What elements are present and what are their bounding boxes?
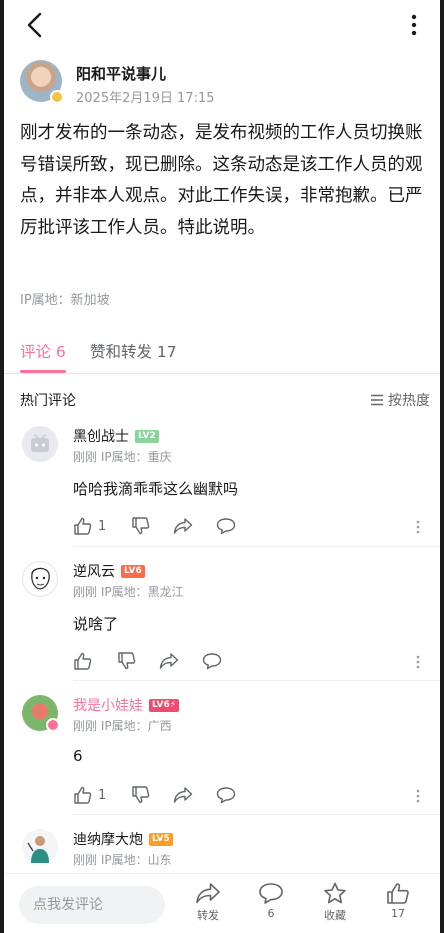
- share-arrow-icon: [173, 787, 193, 803]
- vip-badge-icon: [46, 718, 60, 732]
- level-badge: LV2: [135, 429, 159, 443]
- chat-bubble-icon: [202, 653, 222, 670]
- chat-bubble-icon: [216, 787, 236, 804]
- chevron-left-icon: [27, 12, 42, 38]
- more-options-button[interactable]: [400, 8, 428, 42]
- commenter-avatar[interactable]: [22, 829, 58, 865]
- comment-count-button[interactable]: 6: [249, 882, 293, 930]
- commenter-name[interactable]: 逆风云 LV6: [73, 561, 145, 581]
- like-button[interactable]: [73, 652, 92, 670]
- like-button[interactable]: 1: [73, 517, 106, 535]
- comment-input[interactable]: 点我发评论: [19, 886, 165, 924]
- thumbs-down-icon: [118, 652, 136, 670]
- sort-button[interactable]: 按热度: [370, 390, 430, 410]
- favorite-button[interactable]: 收藏: [313, 882, 357, 930]
- dislike-button[interactable]: [117, 652, 136, 670]
- bottom-action-bar: 点我发评论 转发 6 收藏 17: [4, 873, 440, 933]
- level-badge: LV5: [149, 832, 173, 846]
- forward-label: 转发: [197, 909, 219, 922]
- sketch-portrait-icon: [31, 567, 50, 590]
- tab-bar: 评论 6 赞和转发 17: [4, 330, 440, 374]
- tab-likes-forwards[interactable]: 赞和转发 17: [90, 340, 177, 362]
- tv-robot-icon: [31, 434, 49, 452]
- thumbs-down-icon: [132, 517, 150, 535]
- comment-meta: 刚刚 IP属地：广西: [73, 719, 172, 733]
- star-icon: [324, 882, 346, 904]
- comment-meta: 刚刚 IP属地：山东: [73, 853, 172, 867]
- comment-meta: 刚刚 IP属地：黑龙江: [73, 585, 184, 599]
- hot-comments-header: 热门评论 按热度: [20, 390, 430, 412]
- chat-bubble-icon: [259, 883, 283, 904]
- share-button[interactable]: [173, 517, 193, 535]
- post-author: 阳和平说事儿 2025年2月19日 17:15: [20, 60, 430, 108]
- forward-button[interactable]: 转发: [186, 882, 230, 930]
- comment-more-icon[interactable]: [416, 655, 420, 669]
- vertical-dots-icon: [411, 14, 417, 36]
- comment-more-icon[interactable]: [416, 520, 420, 534]
- like-count: 17: [391, 907, 405, 920]
- like-count: 1: [98, 787, 107, 803]
- comment-text: 哈哈我滴乖乖这么幽默吗: [73, 480, 239, 498]
- comment-divider: [73, 680, 440, 681]
- post-timestamp: 2025年2月19日 17:15: [76, 91, 215, 106]
- comment-meta: 刚刚 IP属地：重庆: [73, 450, 172, 464]
- author-name[interactable]: 阳和平说事儿: [76, 63, 166, 84]
- share-button[interactable]: [173, 786, 193, 804]
- thumbs-up-icon: [74, 652, 92, 670]
- comment-divider: [73, 546, 440, 547]
- sort-lines-icon: [371, 394, 383, 406]
- reply-button[interactable]: [216, 786, 236, 804]
- thumbs-down-icon: [132, 786, 150, 804]
- player-portrait-icon: [27, 836, 49, 863]
- commenter-avatar[interactable]: [22, 561, 58, 597]
- active-tab-indicator: [20, 370, 66, 373]
- reply-button[interactable]: [216, 517, 236, 535]
- thumbs-up-icon: [74, 786, 92, 804]
- level-badge: LV6: [121, 564, 145, 578]
- commenter-name[interactable]: 黑创战士 LV2: [73, 426, 159, 446]
- share-arrow-icon: [159, 653, 179, 669]
- dislike-button[interactable]: [131, 517, 150, 535]
- commenter-avatar[interactable]: [22, 426, 58, 462]
- thumbs-up-icon: [387, 883, 409, 904]
- comment-actions: 1: [73, 517, 413, 537]
- sort-label: 按热度: [388, 393, 430, 409]
- top-bar: [4, 0, 440, 50]
- post-content: 刚才发布的一条动态，是发布视频的工作人员切换账号错误所致，现已删除。这条动态是该…: [20, 123, 423, 238]
- share-arrow-icon: [196, 883, 220, 904]
- share-button[interactable]: [159, 652, 179, 670]
- comment-more-icon[interactable]: [416, 789, 420, 803]
- commenter-name[interactable]: 迪纳摩大炮 LV5: [73, 829, 173, 849]
- chat-bubble-icon: [216, 518, 236, 535]
- like-post-button[interactable]: 17: [376, 882, 420, 930]
- tab-comments[interactable]: 评论 6: [20, 340, 66, 362]
- comment-count: 6: [267, 907, 275, 920]
- reply-button[interactable]: [202, 652, 222, 670]
- comment-actions: [73, 652, 413, 672]
- comment-text: 说啥了: [73, 615, 119, 633]
- post-ip-location: IP属地：新加坡: [20, 293, 110, 308]
- level-badge: LV6⚡: [149, 698, 180, 712]
- comment-divider: [73, 814, 440, 815]
- like-button[interactable]: 1: [73, 786, 106, 804]
- app-frame: 阳和平说事儿 2025年2月19日 17:15 刚才发布的一条动态，是发布视频的…: [4, 0, 440, 933]
- verified-badge-icon: [50, 90, 64, 104]
- back-button[interactable]: [18, 8, 50, 42]
- thumbs-up-icon: [74, 517, 92, 535]
- share-arrow-icon: [173, 518, 193, 534]
- commenter-name[interactable]: 我是小娃娃 LV6⚡: [73, 695, 180, 715]
- hot-comments-title: 热门评论: [20, 393, 76, 409]
- comment-text: 6: [73, 747, 83, 765]
- favorite-label: 收藏: [324, 909, 346, 922]
- dislike-button[interactable]: [131, 786, 150, 804]
- comment-actions: 1: [73, 786, 413, 806]
- like-count: 1: [98, 518, 107, 534]
